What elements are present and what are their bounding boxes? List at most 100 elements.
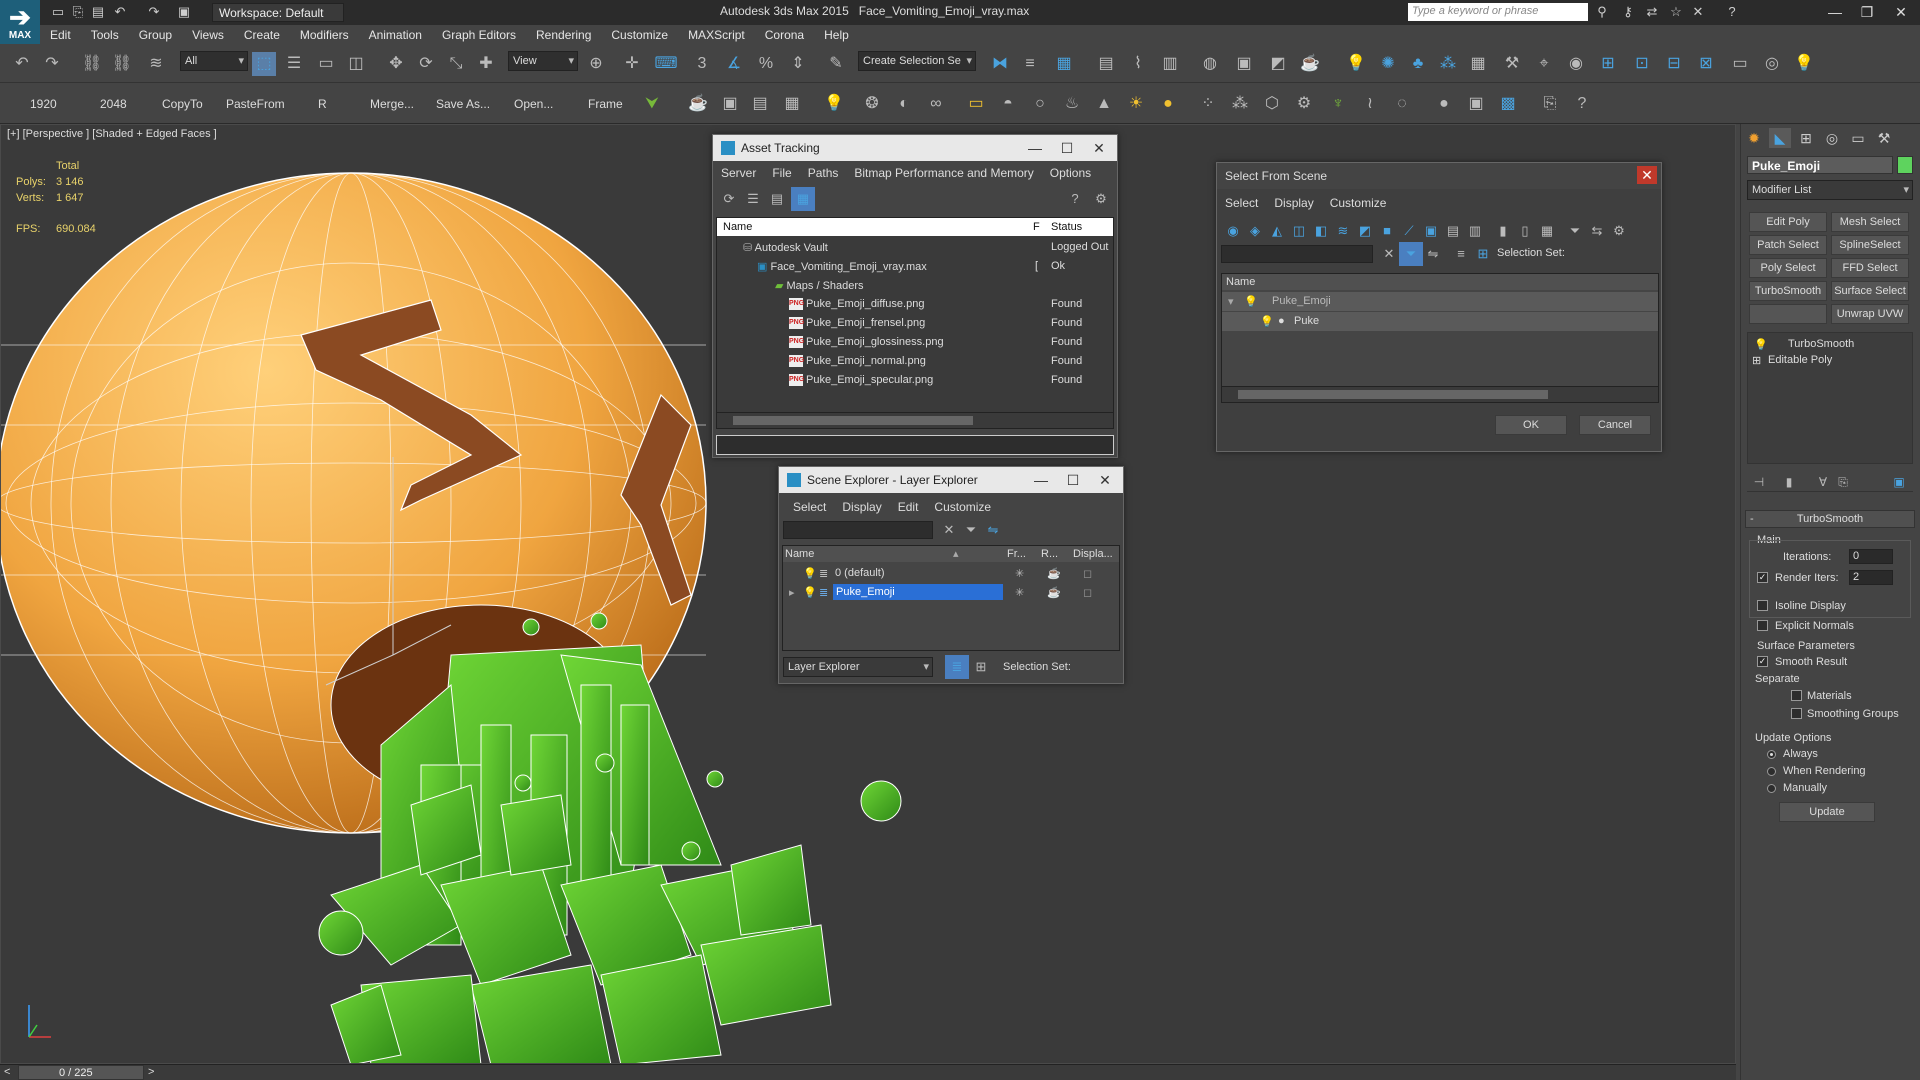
smoothing-groups-checkbox[interactable] [1791,708,1802,719]
pin-stack-icon[interactable]: ⊣ [1747,470,1771,494]
manually-radio[interactable] [1767,784,1776,793]
menu-customize[interactable]: Customize [926,497,999,517]
turbosmooth-rollout-header[interactable]: - TurboSmooth [1745,510,1915,528]
texture-icon[interactable]: ▦ [1466,52,1490,76]
table-view-icon[interactable]: ▦ [791,187,815,211]
snap-toggle-icon[interactable]: 3 [690,52,714,76]
eye-icon[interactable]: ◎ [1760,52,1784,76]
render-vray-icon[interactable]: ▩ [1496,92,1520,116]
col-render[interactable]: R... [1041,548,1058,560]
col-name[interactable]: Name [785,548,814,560]
render-iters-checkbox[interactable]: ✓ [1757,572,1768,583]
asset-row[interactable]: PNG Puke_Emoji_glossiness.png Found [717,333,1113,352]
iterations-spinner[interactable]: 0 [1849,549,1893,564]
asset-path-field[interactable] [716,435,1114,455]
modify-tab-icon[interactable]: ◣ [1769,128,1791,148]
object-color-swatch[interactable] [1897,156,1913,174]
render-production-icon[interactable]: ☕ [1298,52,1322,76]
app-logo[interactable]: ➔ MAX [0,0,40,44]
bind-spacewarp-icon[interactable]: ≋ [144,52,168,76]
display-lights-icon[interactable]: ◭ [1265,219,1289,243]
render-region-icon[interactable]: ▣ [718,92,742,116]
menu-rendering[interactable]: Rendering [526,25,601,42]
close-icon[interactable]: ✕ [1085,138,1113,158]
schematic-view-icon[interactable]: ▥ [1158,52,1182,76]
object-name-field[interactable]: Puke_Emoji [1747,156,1893,174]
light-bulb-icon[interactable]: 💡 [1754,338,1768,351]
asset-horizontal-scrollbar[interactable] [717,412,1113,428]
rect-selection-icon[interactable]: ▭ [314,52,338,76]
light-bulb-icon[interactable]: 💡 [1244,295,1258,308]
dome-light-icon[interactable]: ◓ [996,92,1020,116]
update-button[interactable]: Update [1779,802,1875,822]
menu-group[interactable]: Group [129,25,182,42]
col-display[interactable]: Displa... [1073,548,1113,560]
layer-row[interactable]: 💡 ≣ 0 (default) ✳ ☕ ◻ [783,564,1119,583]
filter-active-icon[interactable]: ⏷ [1399,242,1423,266]
menu-corona[interactable]: Corona [755,25,814,42]
export-scene-icon[interactable]: ⎘ [1538,92,1562,116]
pivot-center-icon[interactable]: ⊕ [584,52,608,76]
time-slider-thumb[interactable]: 0 / 225 [18,1065,144,1080]
clear-search-icon[interactable]: ✕ [937,518,961,542]
align-icon[interactable]: ≡ [1018,52,1042,76]
list-icon[interactable]: ▤ [748,92,772,116]
toggle-scene-explorer-icon[interactable]: ▦ [1052,52,1076,76]
timeline-prev-icon[interactable]: < [4,1066,10,1078]
close-icon[interactable]: ✕ [1091,470,1119,490]
maximize-icon[interactable]: ☐ [1059,470,1087,490]
unlink-icon[interactable]: ⛓ [110,52,134,76]
scatter-icon[interactable]: ⁂ [1436,52,1460,76]
binoculars-icon[interactable]: ⚲ [1594,4,1610,20]
menu-bitmap-performance[interactable]: Bitmap Performance and Memory [846,163,1041,183]
refresh-icon[interactable]: ⟳ [717,187,741,211]
freeze-icon[interactable]: ✳ [1015,586,1024,599]
redo-icon[interactable]: ↷ [146,4,162,20]
mesh-select-button[interactable]: Mesh Select [1831,212,1909,232]
select-invert-icon[interactable]: ▦ [1535,219,1559,243]
viewport-label[interactable]: [+] [Perspective ] [Shaded + Edged Faces… [7,128,217,140]
sun-icon[interactable]: ✺ [1376,52,1400,76]
select-object-icon[interactable]: ⬚ [252,52,276,76]
angle-snap-icon[interactable]: ∡ [722,52,746,76]
light-bulb-icon[interactable]: 💡 [803,586,817,599]
col-f[interactable]: F [1033,221,1040,233]
layer-row[interactable]: ▸ 💡 ≣ Puke_Emoji ✳ ☕ ◻ [783,583,1119,602]
timeline-next-icon[interactable]: > [148,1066,154,1078]
display-bones-icon[interactable]: ⟋ [1397,219,1421,243]
close-icon[interactable]: ✕ [1637,166,1657,184]
expand-icon[interactable]: ▾ [1228,295,1234,308]
turbosmooth-button[interactable]: TurboSmooth [1749,281,1827,301]
col-name[interactable]: Name [1226,276,1255,288]
display-box-icon[interactable]: ◻ [1083,586,1092,599]
render-setup-icon[interactable]: ▣ [1232,52,1256,76]
display-geometry-icon[interactable]: ◉ [1221,219,1245,243]
forest-icon[interactable]: ♣ [1406,52,1430,76]
select-manipulate-icon[interactable]: ✛ [620,52,644,76]
layer-mode-icon[interactable]: ≣ [945,655,969,679]
create-tab-icon[interactable]: ✹ [1743,128,1765,148]
configure-modifier-sets-icon[interactable]: ▣ [1887,470,1911,494]
thumbnail-view-icon[interactable]: ▤ [765,187,789,211]
scale-icon[interactable]: ⤡ [444,52,468,76]
sphere-light-icon[interactable]: ○ [1028,92,1052,116]
camera-icon[interactable]: ⌖ [1532,52,1556,76]
options-icon[interactable]: ⚙ [1607,219,1631,243]
rotate-icon[interactable]: ⟳ [414,52,438,76]
menu-help[interactable]: Help [814,25,859,42]
open-file-icon[interactable]: ⎘ [70,4,86,20]
menu-animation[interactable]: Animation [359,25,432,42]
menu-graph-editors[interactable]: Graph Editors [432,25,526,42]
curve-editor-icon[interactable]: ⌇ [1126,52,1150,76]
scene-search-input[interactable] [1221,245,1373,263]
empty-modifier-slot[interactable] [1749,304,1827,324]
render-iters-spinner[interactable]: 2 [1849,570,1893,585]
stack-item[interactable]: ⊞ Editable Poly [1748,351,1912,370]
menu-select[interactable]: Select [785,497,834,517]
menu-server[interactable]: Server [713,163,764,183]
list-view-icon[interactable]: ☰ [741,187,765,211]
display-hidden-icon[interactable]: ▥ [1463,219,1487,243]
grid-icon[interactable]: ⊞ [1596,52,1620,76]
pastefrom-button[interactable]: PasteFrom [226,97,285,111]
edit-named-sets-icon[interactable]: ✎ [824,52,848,76]
